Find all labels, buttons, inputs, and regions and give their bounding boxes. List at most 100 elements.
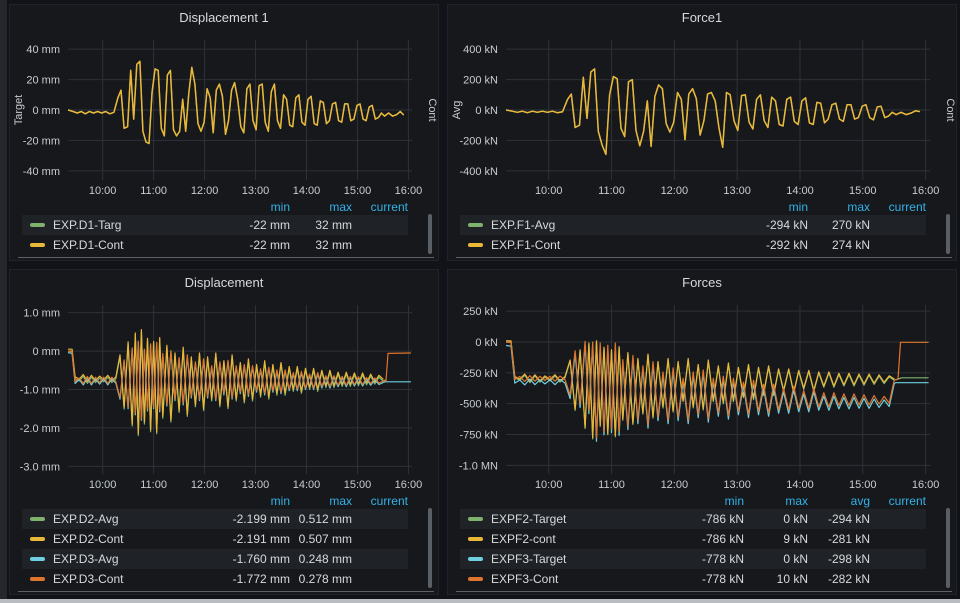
legend-value: -292 kN <box>744 238 808 252</box>
series-line-expf3-cont <box>506 341 928 438</box>
series-name[interactable]: EXP.D1-Targ <box>53 218 226 232</box>
series-group <box>506 341 928 442</box>
x-axis-tick-label: 14:00 <box>293 479 321 491</box>
legend-column-header-min[interactable]: min <box>226 200 290 214</box>
x-axis-tick-label: 16:00 <box>395 479 423 491</box>
legend-row[interactable]: EXP.D1-Targ-22 mm32 mm <box>22 215 408 235</box>
legend-row[interactable]: EXP.F1-Cont-292 kN274 kN <box>460 235 926 255</box>
panel-title[interactable]: Forces <box>448 270 956 297</box>
x-axis-tick-label: 11:00 <box>140 185 167 197</box>
legend-scrollbar[interactable] <box>428 508 432 588</box>
y-axis-tick-label: -200 kN <box>459 135 498 147</box>
y-axis-tick-label: -500 kN <box>459 399 498 411</box>
legend-row[interactable]: EXPF2-cont-786 kN9 kN-281 kN <box>460 529 926 549</box>
series-color-swatch-icon <box>468 223 483 227</box>
legend-value: -298 kN <box>808 552 870 566</box>
y-axis-tick-label: 0 kN <box>475 105 498 117</box>
legend-column-header-avg[interactable]: avg <box>808 494 870 508</box>
series-color-swatch-icon <box>468 243 483 247</box>
chart-canvas[interactable]: 10:0011:0012:0013:0014:0015:0016:0040 mm… <box>10 32 438 198</box>
series-name[interactable]: EXPF2-cont <box>491 532 660 546</box>
legend-row[interactable]: EXPF3-Cont-778 kN10 kN-282 kN <box>460 569 926 589</box>
panel-displacement: Displacement 10:0011:0012:0013:0014:0015… <box>9 269 439 595</box>
legend-column-header-max[interactable]: max <box>808 200 870 214</box>
legend-row[interactable]: EXP.D3-Avg-1.760 mm0.248 mm <box>22 549 408 569</box>
series-line-exp-d1-cont <box>68 61 403 143</box>
panel-title[interactable]: Force1 <box>448 5 956 32</box>
chart-canvas[interactable]: 10:0011:0012:0013:0014:0015:0016:00400 k… <box>448 32 956 198</box>
panel-force1: Force1 10:0011:0012:0013:0014:0015:0016:… <box>447 4 957 261</box>
y-axis-label: Target <box>13 95 25 126</box>
legend-column-header-max[interactable]: max <box>290 200 352 214</box>
legend-row[interactable]: EXP.D2-Cont-2.191 mm0.507 mm <box>22 529 408 549</box>
x-axis-tick-label: 10:00 <box>89 185 117 197</box>
y-axis-tick-label: 400 kN <box>463 44 498 56</box>
horizontal-scrollbar[interactable] <box>0 599 960 603</box>
legend-header: minmaxcurrent <box>460 198 926 215</box>
legend-column-header-current[interactable]: current <box>352 494 408 508</box>
series-name[interactable]: EXP.D3-Cont <box>53 572 226 586</box>
legend-value: -294 kN <box>744 218 808 232</box>
series-line-expf2-target <box>506 342 928 439</box>
legend-row[interactable]: EXP.D1-Cont-22 mm32 mm <box>22 235 408 255</box>
legend-column-header-min[interactable]: min <box>226 494 290 508</box>
series-name[interactable]: EXPF3-Target <box>491 552 660 566</box>
chart-canvas[interactable]: 10:0011:0012:0013:0014:0015:0016:001.0 m… <box>10 297 438 492</box>
series-group <box>506 69 919 154</box>
series-name[interactable]: EXPF3-Cont <box>491 572 660 586</box>
x-axis-tick-label: 14:00 <box>293 185 321 197</box>
y-axis-tick-label: -40 mm <box>23 166 60 178</box>
right-y-axis-label: Cont <box>426 98 438 121</box>
x-axis-tick-label: 14:00 <box>786 479 814 491</box>
series-name[interactable]: EXPF2-Target <box>491 512 660 526</box>
series-name[interactable]: EXP.F1-Avg <box>491 218 744 232</box>
series-color-swatch-icon <box>30 243 45 247</box>
series-name[interactable]: EXP.D2-Cont <box>53 532 226 546</box>
x-axis-tick-label: 11:00 <box>598 479 625 491</box>
series-name[interactable]: EXP.D3-Avg <box>53 552 226 566</box>
legend-column-header-min[interactable]: min <box>744 200 808 214</box>
legend-scrollbar[interactable] <box>428 214 432 254</box>
series-name[interactable]: EXP.D2-Avg <box>53 512 226 526</box>
panel-title[interactable]: Displacement <box>10 270 438 297</box>
series-name[interactable]: EXP.D1-Cont <box>53 238 226 252</box>
legend-row[interactable]: EXP.F1-Avg-294 kN270 kN <box>460 215 926 235</box>
series-color-swatch-icon <box>30 223 45 227</box>
series-color-swatch-icon <box>468 577 483 581</box>
y-axis-tick-label: -250 kN <box>459 368 498 380</box>
legend-value: -778 kN <box>660 552 744 566</box>
legend-column-header-current[interactable]: current <box>870 494 926 508</box>
legend-column-header-current[interactable]: current <box>870 200 926 214</box>
panel-grid: Displacement 1 10:0011:0012:0013:0014:00… <box>7 0 960 599</box>
chart-canvas[interactable]: 10:0011:0012:0013:0014:0015:0016:00250 k… <box>448 297 956 492</box>
legend-column-header-max[interactable]: max <box>290 494 352 508</box>
legend-row[interactable]: EXP.D3-Cont-1.772 mm0.278 mm <box>22 569 408 589</box>
series-color-swatch-icon <box>30 557 45 561</box>
legend-value: -294 kN <box>808 512 870 526</box>
series-color-swatch-icon <box>468 517 483 521</box>
legend-column-header-max[interactable]: max <box>744 494 808 508</box>
series-name[interactable]: EXP.F1-Cont <box>491 238 744 252</box>
x-axis-tick-label: 12:00 <box>191 479 219 491</box>
x-axis-tick-label: 10:00 <box>89 479 117 491</box>
legend-value: 10 kN <box>744 572 808 586</box>
chart-area: 10:0011:0012:0013:0014:0015:0016:001.0 m… <box>10 297 438 492</box>
y-axis-tick-label: -2.0 mm <box>20 423 60 435</box>
legend-row[interactable]: EXP.D2-Avg-2.199 mm0.512 mm <box>22 509 408 529</box>
legend-column-header-current[interactable]: current <box>352 200 408 214</box>
x-axis-tick-label: 15:00 <box>344 479 372 491</box>
legend-scrollbar[interactable] <box>946 508 950 588</box>
legend-value: -786 kN <box>660 512 744 526</box>
legend-scrollbar[interactable] <box>946 214 950 254</box>
panel-title[interactable]: Displacement 1 <box>10 5 438 32</box>
x-axis-tick-label: 16:00 <box>395 185 423 197</box>
legend-value: -1.772 mm <box>226 572 290 586</box>
series-color-swatch-icon <box>468 537 483 541</box>
chart-area: 10:0011:0012:0013:0014:0015:0016:0040 mm… <box>10 32 438 198</box>
window-left-edge <box>0 0 7 603</box>
legend-column-header-min[interactable]: min <box>660 494 744 508</box>
legend-value: -786 kN <box>660 532 744 546</box>
y-axis-tick-label: 0 kN <box>475 337 498 349</box>
legend-row[interactable]: EXPF2-Target-786 kN0 kN-294 kN <box>460 509 926 529</box>
legend-row[interactable]: EXPF3-Target-778 kN0 kN-298 kN <box>460 549 926 569</box>
